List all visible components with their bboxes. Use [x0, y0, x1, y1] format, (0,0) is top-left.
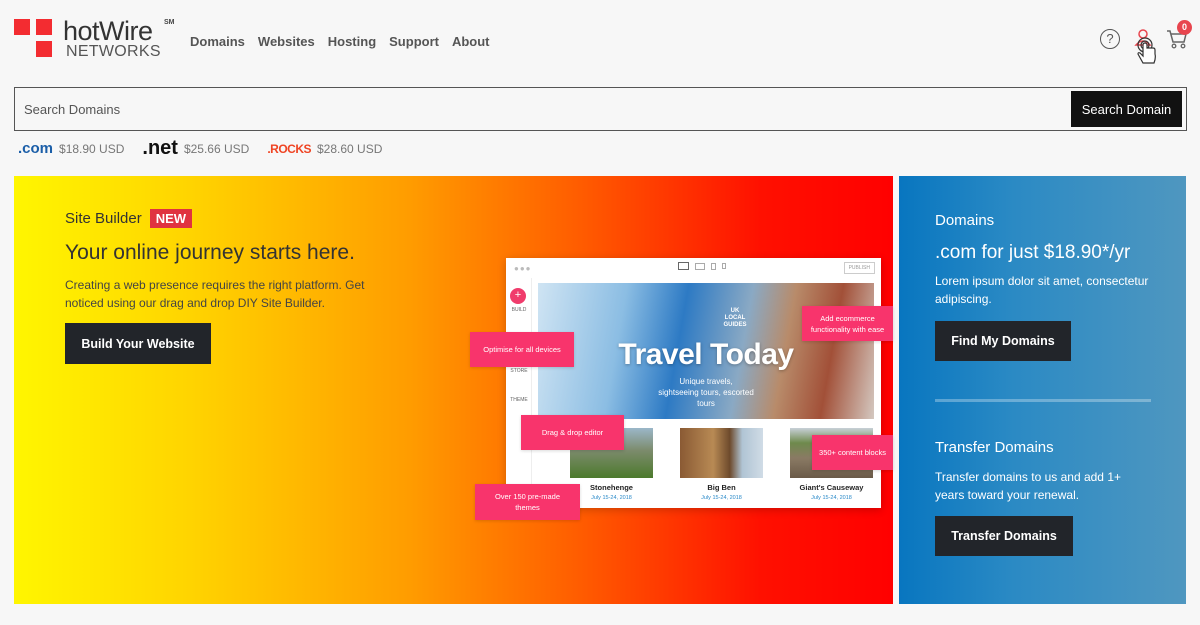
- cart-icon[interactable]: 0: [1166, 20, 1192, 50]
- nav-domains[interactable]: Domains: [190, 34, 245, 49]
- card-name: Stonehenge: [590, 483, 633, 492]
- nav-hosting[interactable]: Hosting: [328, 34, 376, 49]
- panel-divider: [935, 399, 1151, 402]
- desktop-icon: [678, 262, 689, 270]
- tld-com-price: $18.90 USD: [59, 141, 125, 156]
- hero-text: Creating a web presence requires the rig…: [65, 278, 365, 310]
- hand-pointer-icon: [1137, 37, 1156, 64]
- help-icon[interactable]: ?: [1100, 29, 1120, 49]
- tld-net[interactable]: .net $25.66 USD: [142, 137, 249, 160]
- nav-support[interactable]: Support: [389, 34, 439, 49]
- new-badge: NEW: [149, 209, 193, 228]
- domain-search-bar: Search Domain: [14, 87, 1187, 131]
- logo-square-icon: [36, 19, 52, 35]
- logo-square-icon: [14, 19, 30, 35]
- site-header: hotWire SM NETWORKS Domains Websites Hos…: [0, 0, 1200, 85]
- big-ben-image: [680, 428, 763, 478]
- card-date: July 15-24, 2018: [811, 495, 852, 501]
- card-name: Big Ben: [707, 483, 736, 492]
- main-nav: Domains Websites Hosting Support About: [190, 34, 490, 49]
- laptop-icon: [695, 262, 705, 270]
- mockup-hero-image: UK LOCAL GUIDES Travel Today Unique trav…: [538, 283, 874, 419]
- callout-themes: Over 150 pre-made themes: [475, 484, 580, 520]
- hero-label-row: Site Builder NEW: [65, 209, 193, 228]
- site-builder-hero: Site Builder NEW Your online journey sta…: [14, 176, 893, 604]
- site-builder-mockup: ●●● PUBLISH + BUILD STORE THEME UK LOCAL…: [506, 258, 881, 508]
- mockup-subline: Unique travels, sightseeing tours, escor…: [658, 377, 754, 408]
- mockup-headline: Travel Today: [618, 338, 794, 371]
- logo-square-icon: [36, 41, 52, 57]
- header-icons: ? 0: [1100, 20, 1192, 64]
- logo-trademark: SM: [164, 19, 175, 26]
- tld-com[interactable]: .com $18.90 USD: [18, 140, 124, 157]
- build-your-website-button[interactable]: Build Your Website: [65, 323, 211, 364]
- logo-subtitle: NETWORKS: [66, 43, 161, 60]
- tablet-icon: [711, 262, 716, 270]
- transfer-title: Transfer Domains: [935, 439, 1054, 456]
- nav-about[interactable]: About: [452, 34, 490, 49]
- cart-count-badge: 0: [1177, 20, 1192, 35]
- hero-title: Your online journey starts here.: [65, 241, 355, 264]
- domains-offer: .com for just $18.90*/yr: [935, 242, 1131, 263]
- tld-rocks-price: $28.60 USD: [317, 141, 383, 156]
- mockup-store-label: STORE: [510, 368, 528, 374]
- tld-com-logo: .com: [18, 140, 54, 157]
- card-date: July 15-24, 2018: [591, 495, 632, 501]
- mockup-card: Big Ben July 15-24, 2018: [680, 428, 763, 501]
- build-plus-icon: +: [510, 288, 526, 304]
- domains-panel: Domains .com for just $18.90*/yr Lorem i…: [899, 176, 1186, 604]
- mockup-publish-button: PUBLISH: [843, 262, 875, 274]
- tld-rocks[interactable]: .ROCKS $28.60 USD: [267, 142, 382, 156]
- transfer-text: Transfer domains to us and add 1+ years …: [935, 470, 1121, 502]
- tld-rocks-logo: .ROCKS: [267, 141, 311, 156]
- tld-net-price: $25.66 USD: [183, 141, 250, 156]
- search-domains-input[interactable]: [15, 88, 1065, 130]
- transfer-domains-button[interactable]: Transfer Domains: [935, 516, 1073, 556]
- mockup-theme-label: THEME: [510, 397, 528, 403]
- user-icon[interactable]: [1134, 28, 1156, 64]
- mockup-toolbar: ●●● PUBLISH: [506, 258, 881, 278]
- card-date: July 15-24, 2018: [701, 495, 742, 501]
- hotwire-logo[interactable]: hotWire SM NETWORKS: [14, 16, 175, 63]
- mockup-sidebar: + BUILD STORE THEME: [506, 278, 532, 508]
- device-toggle: [678, 262, 726, 270]
- window-dots-icon: ●●●: [514, 264, 532, 273]
- callout-devices: Optimise for all devices: [470, 332, 574, 367]
- card-name: Giant's Causeway: [799, 483, 864, 492]
- domains-title: Domains: [935, 212, 995, 229]
- callout-content-blocks: 350+ content blocks: [812, 435, 893, 470]
- domains-text: Lorem ipsum dolor sit amet, consectetur …: [935, 274, 1149, 306]
- search-domain-button[interactable]: Search Domain: [1071, 91, 1182, 127]
- uk-local-guides-logo: UK LOCAL GUIDES: [723, 308, 747, 328]
- hero-label: Site Builder: [65, 210, 142, 227]
- find-my-domains-button[interactable]: Find My Domains: [935, 321, 1071, 361]
- tld-net-logo: .net: [142, 137, 178, 159]
- callout-drag-drop: Drag & drop editor: [521, 415, 624, 450]
- tld-prices: .com $18.90 USD .net $25.66 USD .ROCKS $…: [18, 137, 382, 160]
- phone-icon: [722, 263, 726, 269]
- mockup-build-label: BUILD: [511, 307, 527, 313]
- callout-ecommerce: Add ecommerce functionality with ease: [802, 306, 893, 341]
- nav-websites[interactable]: Websites: [258, 34, 315, 49]
